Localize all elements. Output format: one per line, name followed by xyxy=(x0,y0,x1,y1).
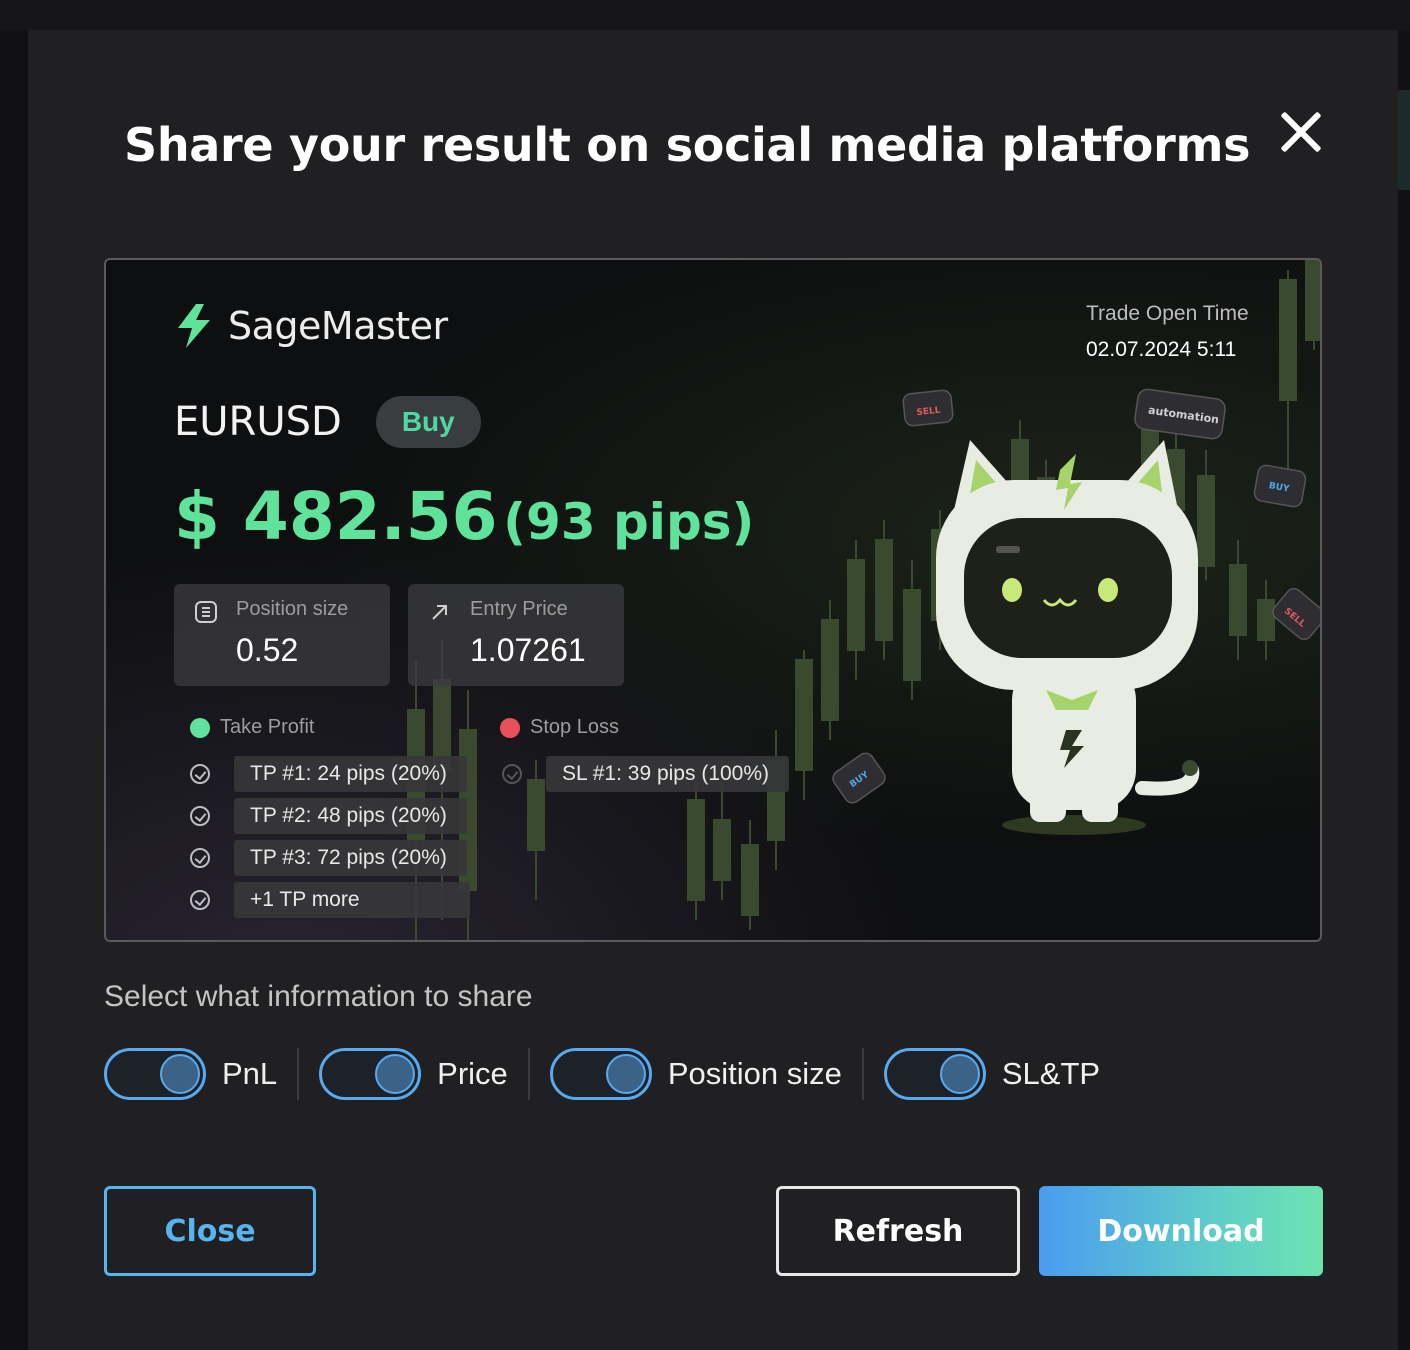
download-button[interactable]: Download xyxy=(1039,1186,1323,1276)
take-profit-item: TP #2: 48 pips (20%) xyxy=(234,798,467,834)
toggle-label-pnl: PnL xyxy=(222,1056,278,1091)
stop-loss-legend: Stop Loss xyxy=(500,716,619,739)
check-circle-icon xyxy=(502,764,522,784)
check-circle-icon xyxy=(190,890,210,910)
robot-cat-mascot xyxy=(936,440,1200,835)
take-profit-more: +1 TP more xyxy=(234,882,470,918)
pnl-amount: $ 482.56 xyxy=(174,478,498,555)
brand-name: SageMaster xyxy=(228,304,448,348)
toggle-label-sl-tp: SL&TP xyxy=(1001,1056,1101,1091)
list-item: SL #1: 39 pips (100%) xyxy=(502,756,790,792)
share-modal: Share your result on social media platfo… xyxy=(28,30,1398,1350)
toggle-position-size[interactable]: Position size xyxy=(549,1048,842,1100)
trade-open-time: Trade Open Time 02.07.2024 5:11 xyxy=(1086,302,1249,362)
side-badge: Buy xyxy=(375,396,481,448)
switch-knob xyxy=(375,1054,416,1094)
divider xyxy=(527,1048,530,1100)
pair-row: EURUSD Buy xyxy=(174,396,481,448)
check-circle-icon xyxy=(190,848,210,868)
take-profit-item: TP #3: 72 pips (20%) xyxy=(234,840,467,876)
position-size-value: 0.52 xyxy=(236,632,299,668)
result-card-preview: SELL SELL BUY BUY automation SageMaster … xyxy=(104,258,1322,942)
arrow-up-right-icon xyxy=(432,605,447,620)
entry-price-label: Entry Price xyxy=(470,598,568,620)
bolt-icon xyxy=(178,304,210,348)
share-section-label: Select what information to share xyxy=(104,980,533,1013)
take-profit-dot xyxy=(190,717,210,738)
position-size-switch[interactable] xyxy=(549,1048,652,1100)
pnl-value: $ 482.56 (93 pips) xyxy=(174,478,754,555)
list-item: +1 TP more xyxy=(190,882,470,918)
list-item: TP #2: 48 pips (20%) xyxy=(190,798,467,834)
position-size-box: Position size 0.52 xyxy=(174,584,390,686)
close-icon[interactable] xyxy=(1278,108,1324,154)
stop-loss-item: SL #1: 39 pips (100%) xyxy=(546,756,790,792)
share-toggles: PnL Price Position size SL&TP xyxy=(104,1048,1100,1100)
stop-loss-label: Stop Loss xyxy=(530,716,619,738)
check-circle-icon xyxy=(190,764,210,784)
pnl-pips: (93 pips) xyxy=(503,493,755,551)
take-profit-item: TP #1: 24 pips (20%) xyxy=(234,756,467,792)
close-button[interactable]: Close xyxy=(104,1186,316,1276)
toggle-price[interactable]: Price xyxy=(319,1048,508,1100)
list-icon xyxy=(195,601,217,623)
stop-loss-dot xyxy=(500,717,520,738)
divider xyxy=(297,1048,300,1100)
toggle-label-price: Price xyxy=(437,1056,508,1091)
refresh-button[interactable]: Refresh xyxy=(776,1186,1020,1276)
entry-price-box: Entry Price 1.07261 xyxy=(408,584,624,686)
modal-title: Share your result on social media platfo… xyxy=(124,118,1251,172)
toggle-pnl[interactable]: PnL xyxy=(104,1048,277,1100)
switch-knob xyxy=(605,1054,646,1094)
pnl-switch[interactable] xyxy=(104,1048,206,1100)
backdrop-edge-panel xyxy=(1398,90,1410,190)
trade-open-time-value: 02.07.2024 5:11 xyxy=(1086,338,1237,361)
divider xyxy=(861,1048,864,1100)
trade-open-time-label: Trade Open Time xyxy=(1086,302,1249,325)
take-profit-legend: Take Profit xyxy=(190,716,314,739)
backdrop-top-bar xyxy=(0,0,1410,30)
currency-pair: EURUSD xyxy=(174,399,342,445)
sagemaster-logo: SageMaster xyxy=(174,304,448,348)
take-profit-label: Take Profit xyxy=(220,716,315,738)
sl-tp-switch[interactable] xyxy=(883,1048,986,1100)
position-size-label: Position size xyxy=(236,598,349,620)
list-item: TP #1: 24 pips (20%) xyxy=(190,756,467,792)
entry-price-value: 1.07261 xyxy=(470,632,586,668)
toggle-sl-tp[interactable]: SL&TP xyxy=(883,1048,1101,1100)
check-circle-icon xyxy=(190,806,210,826)
switch-knob xyxy=(160,1054,200,1094)
switch-knob xyxy=(939,1054,980,1094)
toggle-label-position-size: Position size xyxy=(667,1056,842,1091)
list-item: TP #3: 72 pips (20%) xyxy=(190,840,467,876)
price-switch[interactable] xyxy=(319,1048,422,1100)
